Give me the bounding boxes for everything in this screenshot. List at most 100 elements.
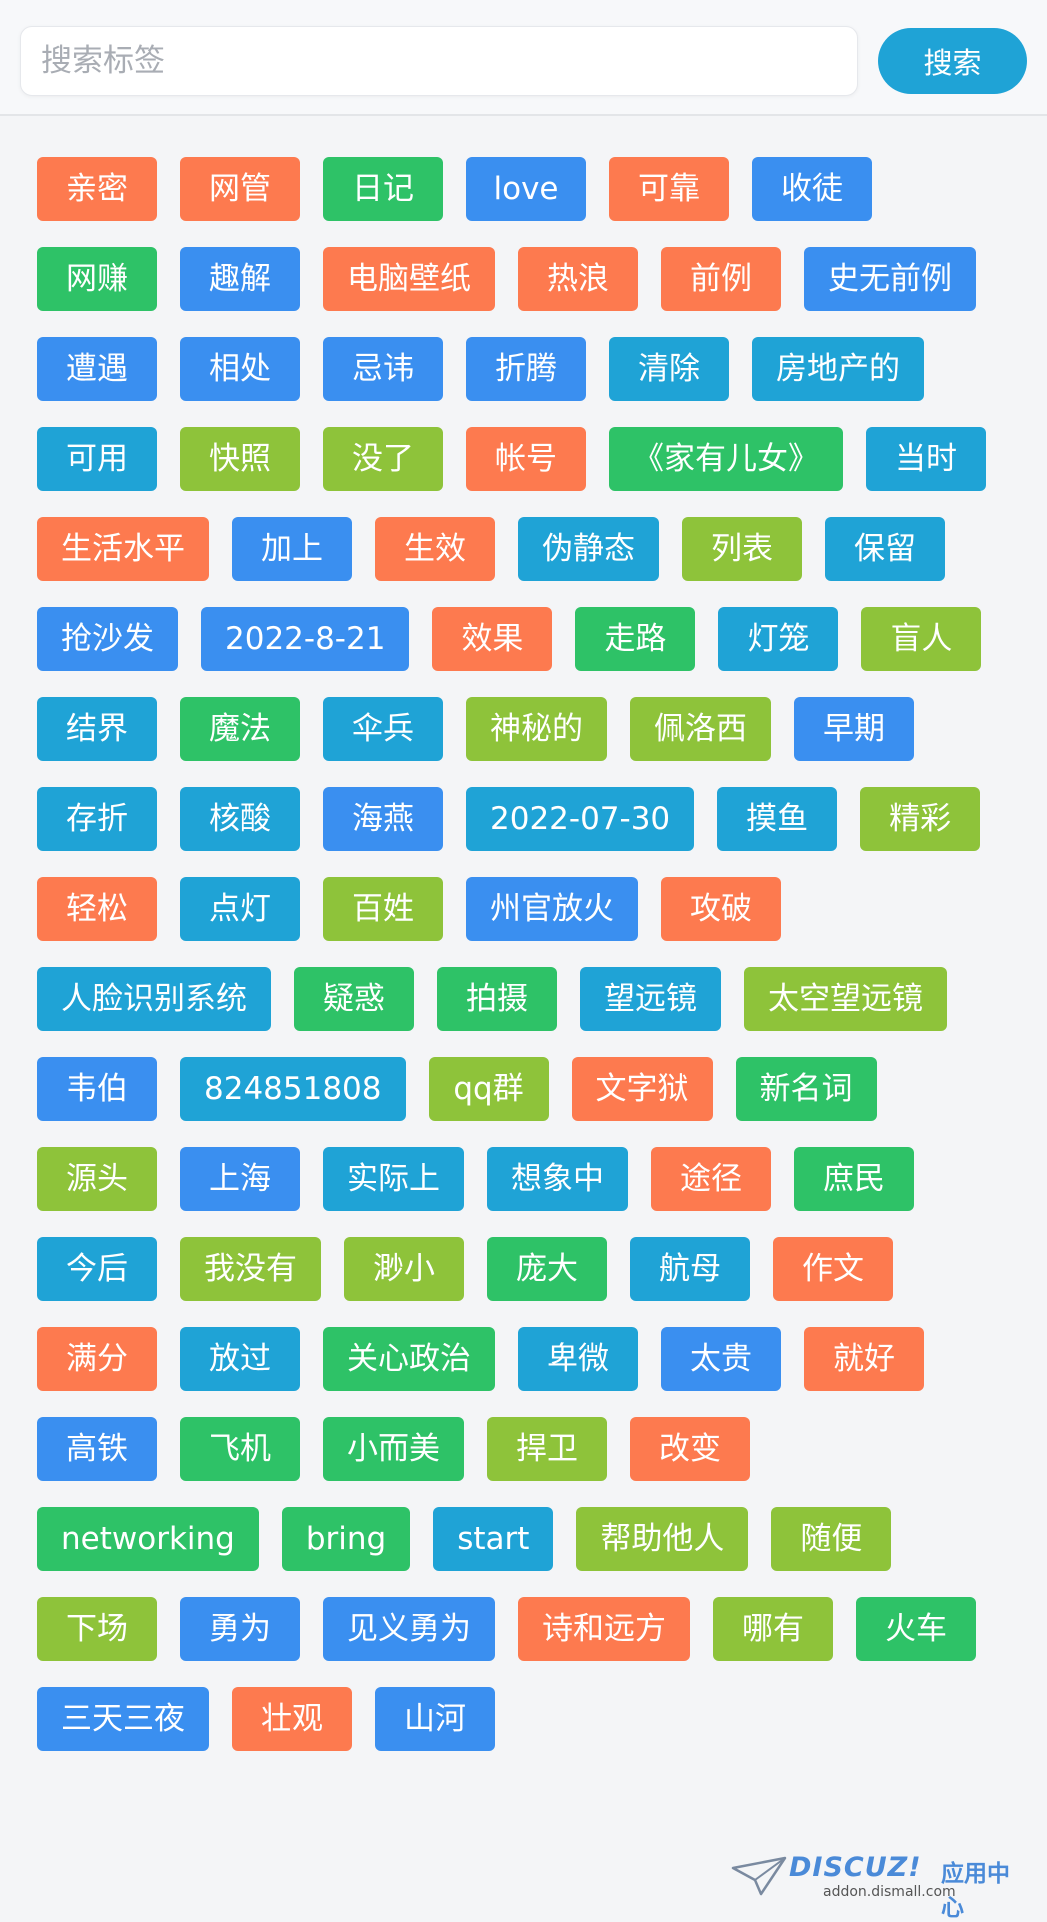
tag-chip[interactable]: 824851808 xyxy=(180,1057,406,1121)
tag-chip[interactable]: 疑惑 xyxy=(294,967,414,1031)
tag-chip[interactable]: 太空望远镜 xyxy=(744,967,947,1031)
tag-chip[interactable]: 伞兵 xyxy=(323,697,443,761)
tag-chip[interactable]: 神秘的 xyxy=(466,697,607,761)
tag-chip[interactable]: 百姓 xyxy=(323,877,443,941)
tag-chip[interactable]: 帮助他人 xyxy=(576,1507,749,1571)
tag-chip[interactable]: 快照 xyxy=(180,427,300,491)
tag-chip[interactable]: 收徒 xyxy=(752,157,872,221)
tag-chip[interactable]: 见义勇为 xyxy=(323,1597,495,1661)
tag-chip[interactable]: 亲密 xyxy=(37,157,157,221)
tag-chip[interactable]: 就好 xyxy=(804,1327,924,1391)
tag-chip[interactable]: 庶民 xyxy=(794,1147,914,1211)
search-input[interactable] xyxy=(21,27,857,95)
tag-chip[interactable]: 新名词 xyxy=(735,1057,877,1121)
tag-chip[interactable]: 抢沙发 xyxy=(37,607,178,671)
tag-chip[interactable]: 改变 xyxy=(630,1417,750,1481)
tag-chip[interactable]: 趣解 xyxy=(180,247,300,311)
tag-chip[interactable]: 遭遇 xyxy=(37,337,157,401)
tag-chip[interactable]: 网赚 xyxy=(37,247,157,311)
tag-chip[interactable]: 哪有 xyxy=(713,1597,833,1661)
tag-chip[interactable]: 帐号 xyxy=(466,427,586,491)
tag-chip[interactable]: 作文 xyxy=(773,1237,893,1301)
tag-chip[interactable]: love xyxy=(466,157,586,221)
tag-chip[interactable]: 庞大 xyxy=(487,1237,607,1301)
tag-chip[interactable]: 灯笼 xyxy=(718,607,839,671)
tag-chip[interactable]: 渺小 xyxy=(344,1237,464,1301)
tag-chip[interactable]: 盲人 xyxy=(861,607,982,671)
tag-chip[interactable]: 下场 xyxy=(37,1597,157,1661)
tag-chip[interactable]: 2022-8-21 xyxy=(201,607,410,671)
tag-chip[interactable]: 精彩 xyxy=(860,787,981,851)
tag-chip[interactable]: 列表 xyxy=(682,517,802,581)
tag-chip[interactable]: 攻破 xyxy=(661,877,781,941)
tag-chip[interactable]: 捍卫 xyxy=(487,1417,607,1481)
tag-chip[interactable]: 走路 xyxy=(575,607,696,671)
tag-chip[interactable]: 房地产的 xyxy=(752,337,924,401)
tag-chip[interactable]: 想象中 xyxy=(487,1147,628,1211)
tag-chip[interactable]: 2022-07-30 xyxy=(466,787,695,851)
tag-chip[interactable]: 海燕 xyxy=(323,787,443,851)
tag-chip[interactable]: 上海 xyxy=(180,1147,300,1211)
tag-chip[interactable]: 人脸识别系统 xyxy=(37,967,271,1031)
tag-chip[interactable]: 州官放火 xyxy=(466,877,638,941)
tag-chip[interactable]: 实际上 xyxy=(323,1147,464,1211)
tag-chip[interactable]: 魔法 xyxy=(180,697,300,761)
tag-chip[interactable]: 太贵 xyxy=(661,1327,781,1391)
tag-chip[interactable]: 忌讳 xyxy=(323,337,443,401)
tag-chip[interactable]: 可靠 xyxy=(609,157,729,221)
tag-chip[interactable]: 电脑壁纸 xyxy=(323,247,495,311)
tag-chip[interactable]: networking xyxy=(37,1507,259,1571)
tag-chip[interactable]: 日记 xyxy=(323,157,443,221)
tag-chip[interactable]: 山河 xyxy=(375,1687,495,1751)
tag-chip[interactable]: 伪静态 xyxy=(518,517,659,581)
tag-chip[interactable]: 佩洛西 xyxy=(630,697,771,761)
tag-chip[interactable]: 加上 xyxy=(232,517,352,581)
tag-chip[interactable]: 随便 xyxy=(771,1507,892,1571)
tag-chip[interactable]: 轻松 xyxy=(37,877,157,941)
tag-chip[interactable]: 航母 xyxy=(630,1237,750,1301)
tag-chip[interactable]: 望远镜 xyxy=(580,967,721,1031)
tag-chip[interactable]: 韦伯 xyxy=(37,1057,157,1121)
tag-chip[interactable]: 途径 xyxy=(651,1147,771,1211)
tag-chip[interactable]: 勇为 xyxy=(180,1597,300,1661)
tag-chip[interactable]: 效果 xyxy=(432,607,553,671)
tag-chip[interactable]: 满分 xyxy=(37,1327,157,1391)
search-button[interactable]: 搜索 xyxy=(878,28,1027,94)
tag-chip[interactable]: 壮观 xyxy=(232,1687,352,1751)
tag-chip[interactable]: 可用 xyxy=(37,427,157,491)
tag-chip[interactable]: 史无前例 xyxy=(804,247,976,311)
tag-chip[interactable]: 《家有儿女》 xyxy=(609,427,843,491)
tag-chip[interactable]: 诗和远方 xyxy=(518,1597,690,1661)
tag-chip[interactable]: 关心政治 xyxy=(323,1327,495,1391)
tag-chip[interactable]: 保留 xyxy=(825,517,945,581)
tag-chip[interactable]: 热浪 xyxy=(518,247,638,311)
tag-chip[interactable]: start xyxy=(433,1507,554,1571)
tag-chip[interactable]: 没了 xyxy=(323,427,443,491)
tag-chip[interactable]: 卑微 xyxy=(518,1327,638,1391)
tag-chip[interactable]: 结界 xyxy=(37,697,157,761)
tag-chip[interactable]: 折腾 xyxy=(466,337,586,401)
tag-chip[interactable]: 存折 xyxy=(37,787,157,851)
tag-chip[interactable]: 我没有 xyxy=(180,1237,321,1301)
tag-chip[interactable]: 火车 xyxy=(856,1597,976,1661)
tag-chip[interactable]: 点灯 xyxy=(180,877,300,941)
tag-chip[interactable]: 小而美 xyxy=(323,1417,464,1481)
tag-chip[interactable]: 摸鱼 xyxy=(717,787,838,851)
tag-chip[interactable]: 文字狱 xyxy=(571,1057,713,1121)
tag-chip[interactable]: 今后 xyxy=(37,1237,157,1301)
tag-chip[interactable]: 早期 xyxy=(794,697,914,761)
tag-chip[interactable]: 放过 xyxy=(180,1327,300,1391)
tag-chip[interactable]: qq群 xyxy=(428,1057,549,1121)
tag-chip[interactable]: 拍摄 xyxy=(437,967,557,1031)
tag-chip[interactable]: 清除 xyxy=(609,337,729,401)
tag-chip[interactable]: 生活水平 xyxy=(37,517,209,581)
tag-chip[interactable]: 生效 xyxy=(375,517,495,581)
tag-chip[interactable]: 高铁 xyxy=(37,1417,157,1481)
tag-chip[interactable]: 前例 xyxy=(661,247,781,311)
tag-chip[interactable]: 核酸 xyxy=(180,787,300,851)
tag-chip[interactable]: 网管 xyxy=(180,157,300,221)
tag-chip[interactable]: 飞机 xyxy=(180,1417,300,1481)
tag-chip[interactable]: 三天三夜 xyxy=(37,1687,209,1751)
tag-chip[interactable]: bring xyxy=(281,1507,411,1571)
tag-chip[interactable]: 源头 xyxy=(37,1147,157,1211)
